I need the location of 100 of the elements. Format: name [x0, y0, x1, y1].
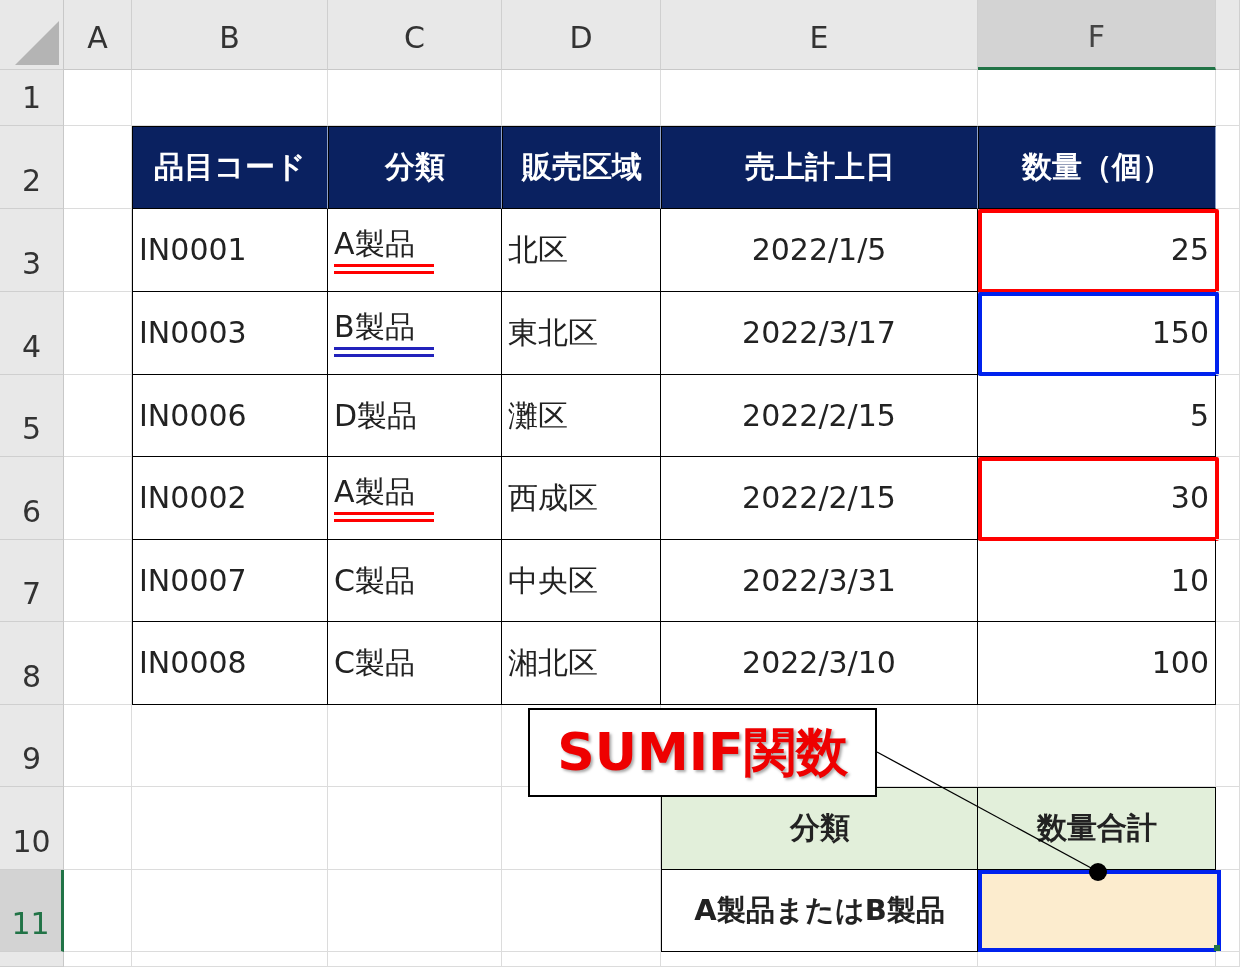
row-header[interactable]: 1 — [0, 70, 64, 126]
row-header[interactable]: 7 — [0, 540, 64, 622]
cell-text: IN0001 — [139, 232, 247, 268]
grid-cell[interactable] — [64, 540, 132, 622]
cell-text: 25 — [1170, 232, 1209, 268]
row-header[interactable]: 11 — [0, 870, 64, 952]
grid-cell[interactable] — [132, 952, 328, 967]
table-cell[interactable]: 中央区 — [502, 540, 661, 622]
cell-text: C製品 — [334, 562, 415, 599]
row-header[interactable]: 3 — [0, 209, 64, 292]
table-cell[interactable]: 2022/3/31 — [661, 540, 978, 622]
grid-cell[interactable] — [328, 787, 502, 870]
grid-cell[interactable] — [328, 952, 502, 967]
table-cell[interactable]: 25 — [978, 209, 1216, 292]
grid-cell[interactable] — [1216, 375, 1240, 457]
cell-text: 100 — [1151, 645, 1209, 681]
grid-cell[interactable] — [1216, 457, 1240, 540]
cell-text: 5 — [1189, 397, 1209, 434]
grid-cell[interactable] — [502, 952, 661, 967]
table-cell[interactable]: 150 — [978, 292, 1216, 375]
row-header[interactable]: 2 — [0, 126, 64, 209]
table-cell[interactable]: 10 — [978, 540, 1216, 622]
cell-text: IN0007 — [139, 562, 247, 599]
table-cell[interactable]: 灘区 — [502, 375, 661, 457]
grid-cell[interactable] — [64, 787, 132, 870]
table-cell[interactable]: 5 — [978, 375, 1216, 457]
table-cell[interactable]: 東北区 — [502, 292, 661, 375]
cell-text: 北区 — [508, 232, 568, 268]
cell-text: 2022/3/10 — [742, 645, 896, 681]
select-all-button[interactable] — [0, 0, 64, 70]
row-header[interactable]: 6 — [0, 457, 64, 540]
header-cell: 販売区域 — [502, 126, 661, 209]
column-header[interactable]: A — [64, 0, 132, 70]
table-cell[interactable]: 100 — [978, 622, 1216, 705]
answer-cell[interactable] — [978, 870, 1221, 952]
grid-cell[interactable] — [1216, 540, 1240, 622]
column-header[interactable]: C — [328, 0, 502, 70]
column-header[interactable]: D — [502, 0, 661, 70]
cell-text: 2022/2/15 — [742, 480, 896, 516]
fill-handle[interactable] — [1214, 945, 1220, 951]
grid-cell[interactable] — [64, 292, 132, 375]
grid-cell[interactable] — [328, 870, 502, 952]
grid-cell[interactable] — [1216, 952, 1240, 967]
table-cell[interactable]: IN0002 — [132, 457, 328, 540]
row-header[interactable]: 10 — [0, 787, 64, 870]
grid-cell[interactable] — [328, 705, 502, 787]
column-header[interactable]: E — [661, 0, 978, 70]
row-header[interactable] — [0, 952, 64, 967]
table-cell[interactable]: C製品 — [328, 622, 502, 705]
grid-cell[interactable] — [132, 870, 328, 952]
grid-cell[interactable] — [132, 787, 328, 870]
table-cell[interactable]: IN0008 — [132, 622, 328, 705]
grid-cell[interactable] — [64, 622, 132, 705]
table-cell[interactable]: 湘北区 — [502, 622, 661, 705]
table-cell[interactable]: 2022/2/15 — [661, 457, 978, 540]
cell-text: A製品 — [334, 474, 415, 510]
grid-cell[interactable] — [64, 457, 132, 540]
table-cell[interactable]: IN0003 — [132, 292, 328, 375]
table-cell[interactable]: 2022/3/10 — [661, 622, 978, 705]
grid-cell[interactable] — [64, 70, 132, 126]
row-header[interactable]: 5 — [0, 375, 64, 457]
table-cell[interactable]: A製品 — [328, 457, 502, 540]
header-cell: 分類 — [661, 787, 978, 870]
grid-cell[interactable] — [1216, 70, 1240, 126]
row-header[interactable]: 8 — [0, 622, 64, 705]
table-cell[interactable]: 西成区 — [502, 457, 661, 540]
grid-cell[interactable] — [132, 705, 328, 787]
grid-cell[interactable] — [1216, 292, 1240, 375]
grid-cell[interactable] — [1216, 870, 1240, 952]
grid-cell[interactable] — [661, 952, 978, 967]
table-cell[interactable]: IN0006 — [132, 375, 328, 457]
grid-cell[interactable] — [64, 209, 132, 292]
grid-cell[interactable] — [502, 870, 661, 952]
table-cell[interactable]: 北区 — [502, 209, 661, 292]
cell-text: 灘区 — [508, 397, 568, 434]
table-cell[interactable]: B製品 — [328, 292, 502, 375]
table-cell[interactable]: D製品 — [328, 375, 502, 457]
grid-cell[interactable] — [64, 870, 132, 952]
row-header[interactable]: 4 — [0, 292, 64, 375]
grid-cell[interactable] — [64, 952, 132, 967]
grid-cell[interactable] — [1216, 126, 1240, 209]
row-header[interactable]: 9 — [0, 705, 64, 787]
column-header[interactable]: F — [978, 0, 1216, 70]
table-cell[interactable]: IN0007 — [132, 540, 328, 622]
table-cell[interactable]: 2022/2/15 — [661, 375, 978, 457]
grid-cell[interactable] — [1216, 622, 1240, 705]
table-cell[interactable]: 30 — [978, 457, 1216, 540]
column-header[interactable]: B — [132, 0, 328, 70]
grid-cell[interactable] — [978, 952, 1216, 967]
table-cell[interactable]: IN0001 — [132, 209, 328, 292]
grid-cell[interactable] — [64, 705, 132, 787]
table-cell[interactable]: 2022/1/5 — [661, 209, 978, 292]
table-cell[interactable]: 2022/3/17 — [661, 292, 978, 375]
table-cell[interactable]: A製品 — [328, 209, 502, 292]
grid-cell[interactable] — [1216, 787, 1240, 870]
grid-cell[interactable] — [1216, 209, 1240, 292]
grid-cell[interactable] — [1216, 705, 1240, 787]
column-header[interactable] — [1216, 0, 1240, 70]
grid-cell[interactable] — [64, 375, 132, 457]
table-cell[interactable]: C製品 — [328, 540, 502, 622]
